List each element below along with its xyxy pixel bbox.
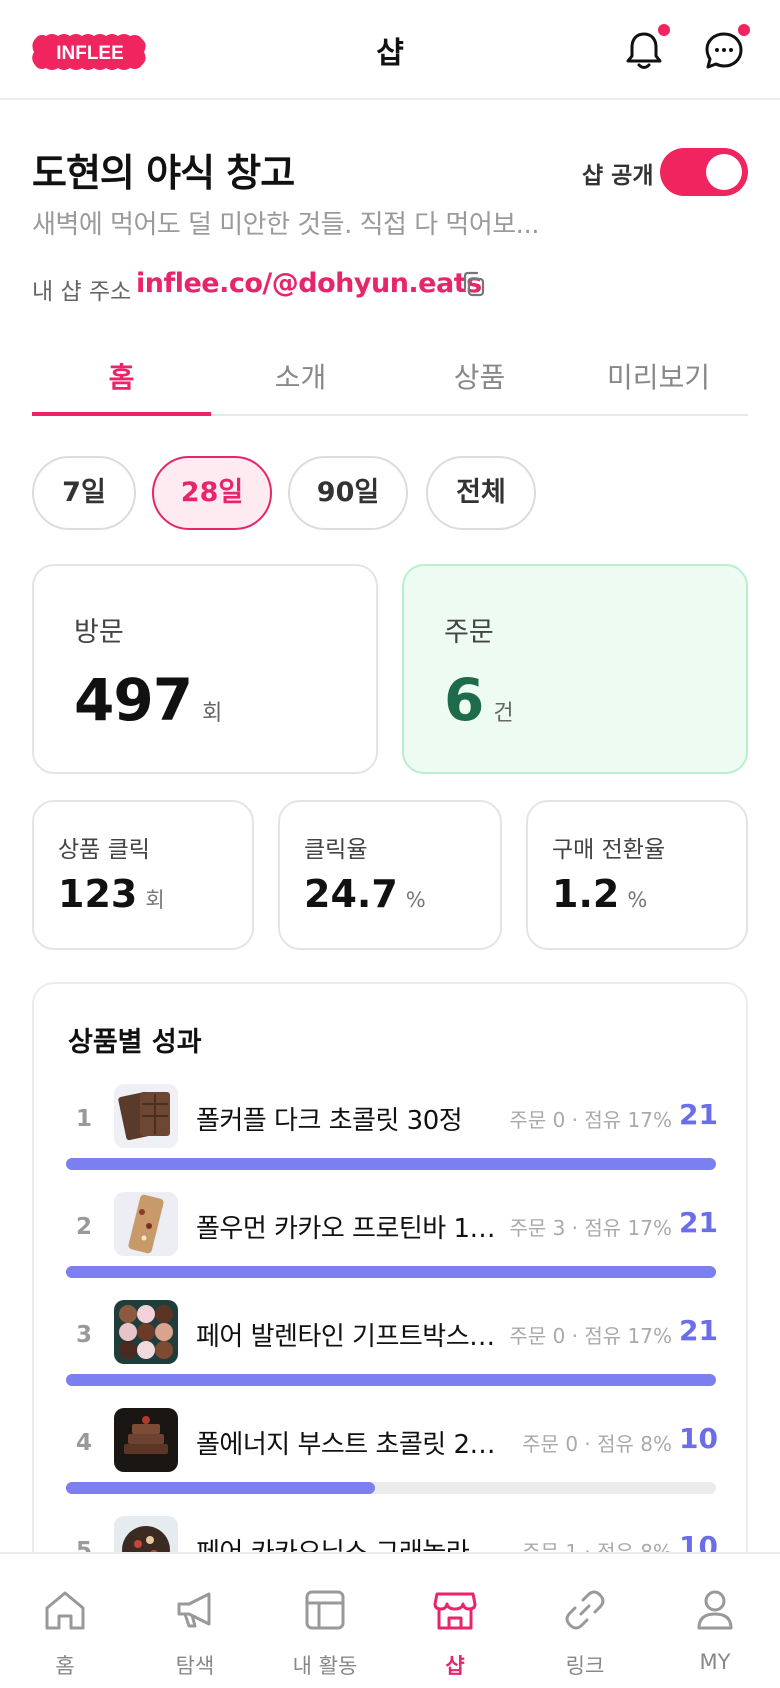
nav-label: 샵 <box>445 1654 465 1678</box>
home-icon <box>45 1591 85 1630</box>
nav-label: 홈 <box>55 1654 75 1678</box>
product-row[interactable]: 1 폴커플 다크 초콜릿 30정 주문 0 · 점유 17% 21 <box>34 1084 750 1192</box>
link-icon <box>565 1590 605 1630</box>
orders-value: 6건 <box>444 666 514 734</box>
orders-number: 6 <box>444 666 484 734</box>
shop-name: 도현의 야식 창고 <box>32 151 295 195</box>
product-thumbnail <box>114 1192 178 1256</box>
period-chip-28d[interactable]: 28일 <box>152 456 272 530</box>
notification-dot <box>656 22 672 38</box>
nav-explore[interactable]: 탐색 <box>130 1554 260 1688</box>
shop-address-link[interactable]: inflee.co/@dohyun.eats <box>136 268 482 299</box>
product-row[interactable]: 3 페어 발렌타인 기프트박스 (... 주문 0 · 점유 17% 21 <box>34 1300 750 1408</box>
notification-dot <box>736 22 752 38</box>
ctr-label: 클릭율 <box>304 837 368 863</box>
share-bar-fill <box>66 1374 716 1386</box>
layout-icon <box>305 1590 345 1630</box>
conversion-number: 1.2 <box>552 872 620 916</box>
share-bar-fill <box>66 1266 716 1278</box>
toggle-knob <box>706 154 742 190</box>
orders-label: 주문 <box>444 617 494 648</box>
product-click-count: 21 <box>679 1206 718 1239</box>
product-meta: 주문 0 · 점유 8% <box>522 1432 672 1456</box>
nav-label: 탐색 <box>175 1654 215 1678</box>
product-name: 폴커플 다크 초콜릿 30정 <box>196 1106 463 1136</box>
product-meta: 주문 3 · 점유 17% <box>509 1216 672 1240</box>
nav-link[interactable]: 링크 <box>520 1554 650 1688</box>
conversion-card: 구매 전환율 1.2% <box>526 800 748 950</box>
product-thumbnail <box>114 1300 178 1364</box>
share-bar-fill <box>66 1482 376 1494</box>
product-click-count: 21 <box>679 1314 718 1347</box>
shop-description: 새벽에 먹어도 덜 미안한 것들. 직접 다 먹어보... <box>32 210 539 240</box>
product-thumbnail <box>114 1084 178 1148</box>
ctr-value: 24.7% <box>304 872 426 916</box>
shop-public-label: 샵 공개 <box>582 163 654 189</box>
period-chip-all[interactable]: 전체 <box>426 456 536 530</box>
product-thumbnail <box>114 1408 178 1472</box>
shop-tabs: 홈 소개 상품 미리보기 <box>32 334 748 416</box>
shop-public-toggle[interactable] <box>660 148 748 196</box>
nav-label: MY <box>699 1650 731 1674</box>
product-rank: 1 <box>76 1106 93 1132</box>
product-meta: 주문 0 · 점유 17% <box>509 1324 672 1348</box>
share-bar-track <box>66 1158 716 1170</box>
product-rank: 4 <box>76 1430 93 1456</box>
tab-home[interactable]: 홈 <box>32 334 211 416</box>
visits-number: 497 <box>74 666 193 734</box>
share-bar-track <box>66 1266 716 1278</box>
megaphone-icon <box>177 1592 211 1628</box>
bottom-navigation: 홈 탐색 내 활동 샵 링크 MY <box>0 1552 780 1688</box>
copy-icon[interactable] <box>460 270 488 298</box>
product-name: 페어 발렌타인 기프트박스 (... <box>196 1322 496 1352</box>
clicks-value: 123 회 <box>58 872 165 916</box>
product-rank: 2 <box>76 1214 93 1240</box>
product-row[interactable]: 4 폴에너지 부스트 초콜릿 20정 주문 0 · 점유 8% 10 <box>34 1408 750 1516</box>
product-name: 폴에너지 부스트 초콜릿 20정 <box>196 1430 496 1460</box>
clicks-card: 상품 클릭 123 회 <box>32 800 254 950</box>
nav-label: 링크 <box>565 1654 605 1678</box>
visits-value: 497 회 <box>74 666 222 734</box>
nav-my[interactable]: MY <box>650 1554 780 1688</box>
ctr-number: 24.7 <box>304 872 398 916</box>
nav-home[interactable]: 홈 <box>0 1554 130 1688</box>
nav-activity[interactable]: 내 활동 <box>260 1554 390 1688</box>
share-bar-track <box>66 1374 716 1386</box>
store-icon <box>433 1592 477 1630</box>
product-name: 폴우먼 카카오 프로틴바 12... <box>196 1214 496 1244</box>
product-meta: 주문 0 · 점유 17% <box>509 1108 672 1132</box>
share-bar-fill <box>66 1158 716 1170</box>
nav-shop[interactable]: 샵 <box>390 1554 520 1688</box>
visits-unit: 회 <box>202 701 223 726</box>
conversion-unit: % <box>627 888 648 912</box>
performance-title: 상품별 성과 <box>68 1027 202 1058</box>
period-chip-90d[interactable]: 90일 <box>288 456 408 530</box>
visits-card: 방문 497 회 <box>32 564 378 774</box>
period-chip-7d[interactable]: 7일 <box>32 456 136 530</box>
visits-label: 방문 <box>74 617 124 648</box>
orders-unit: 건 <box>493 701 514 726</box>
product-click-count: 10 <box>679 1422 718 1455</box>
clicks-unit: 회 <box>145 888 165 912</box>
product-click-count: 21 <box>679 1098 718 1131</box>
product-rank: 3 <box>76 1322 93 1348</box>
user-icon <box>697 1590 733 1630</box>
tab-products[interactable]: 상품 <box>390 334 569 414</box>
clicks-label: 상품 클릭 <box>58 837 150 863</box>
clicks-number: 123 <box>58 872 138 916</box>
product-row[interactable]: 2 폴우먼 카카오 프로틴바 12... 주문 3 · 점유 17% 21 <box>34 1192 750 1300</box>
nav-label: 내 활동 <box>292 1654 358 1678</box>
ctr-card: 클릭율 24.7% <box>278 800 502 950</box>
share-bar-track <box>66 1482 716 1494</box>
tab-preview[interactable]: 미리보기 <box>569 334 748 414</box>
ctr-unit: % <box>405 888 426 912</box>
shop-address-label: 내 샵 주소 <box>32 279 132 305</box>
conversion-label: 구매 전환율 <box>552 837 666 863</box>
tab-intro[interactable]: 소개 <box>211 334 390 414</box>
app-header: INFLEE 샵 <box>0 0 780 100</box>
orders-card: 주문 6건 <box>402 564 748 774</box>
conversion-value: 1.2% <box>552 872 647 916</box>
